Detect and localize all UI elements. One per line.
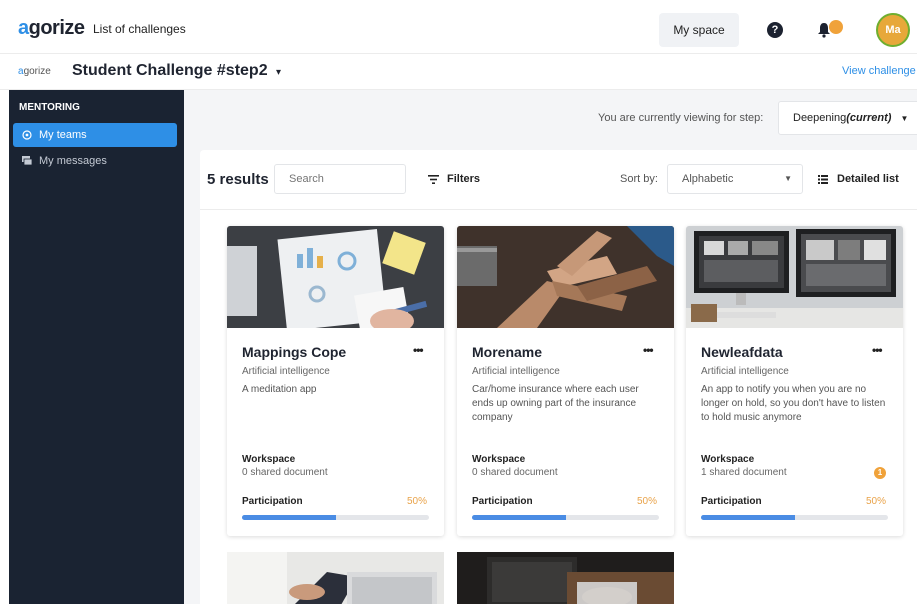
team-card-partial[interactable]: [227, 552, 444, 604]
sort-label: Sort by:: [620, 173, 658, 185]
list-of-challenges-link[interactable]: List of challenges: [93, 22, 186, 36]
filters-button[interactable]: Filters: [428, 173, 480, 185]
card-category: Artificial intelligence: [472, 366, 560, 377]
card-image-laptop-meeting: [227, 552, 444, 604]
progress-fill: [472, 515, 566, 520]
challenge-header: agorize Student Challenge #step2 ▾ View …: [0, 54, 917, 90]
sidebar-heading: MENTORING: [19, 102, 80, 113]
workspace-docs[interactable]: 1 shared document: [701, 467, 787, 478]
sidebar-item-my-messages[interactable]: My messages: [13, 149, 177, 173]
main-content: You are currently viewing for step: Deep…: [184, 90, 917, 604]
team-card-partial[interactable]: [457, 552, 674, 604]
agorize-logo[interactable]: agorize: [18, 17, 85, 40]
participation-percent: 50%: [637, 496, 658, 507]
chevron-down-icon: ▼: [900, 114, 909, 123]
step-info-text: You are currently viewing for step:: [598, 112, 764, 124]
participation-progress: [472, 515, 659, 520]
more-options-icon[interactable]: •••: [413, 343, 424, 357]
card-title[interactable]: Morename: [472, 344, 542, 360]
notification-badge: [829, 20, 843, 34]
my-space-button[interactable]: My space: [659, 13, 739, 47]
teams-icon: [22, 130, 32, 140]
messages-icon: [22, 156, 32, 166]
chevron-down-icon: ▼: [784, 174, 792, 183]
participation-progress: [242, 515, 429, 520]
workspace-docs[interactable]: 0 shared document: [242, 467, 328, 478]
search-input[interactable]: [274, 164, 406, 194]
more-options-icon[interactable]: •••: [872, 343, 883, 357]
divider: [200, 209, 917, 210]
participation-percent: 50%: [407, 496, 428, 507]
card-image-hands: [457, 226, 674, 328]
workspace-label: Workspace: [701, 454, 755, 465]
progress-fill: [701, 515, 795, 520]
team-card[interactable]: Morename ••• Artificial intelligence Car…: [457, 226, 674, 536]
card-image-laptop-desk: [457, 552, 674, 604]
participation-percent: 50%: [866, 496, 887, 507]
card-title[interactable]: Mappings Cope: [242, 344, 346, 360]
progress-fill: [242, 515, 336, 520]
team-card[interactable]: Newleafdata ••• Artificial intelligence …: [686, 226, 903, 536]
user-avatar[interactable]: Ma: [876, 13, 910, 47]
sidebar-item-my-teams[interactable]: My teams: [13, 123, 177, 147]
card-description: Car/home insurance where each user ends …: [472, 384, 639, 423]
results-panel: 5 results Filters Sort by: Alphabetic ▼ …: [200, 150, 917, 604]
card-title[interactable]: Newleafdata: [701, 344, 783, 360]
workspace-docs[interactable]: 0 shared document: [472, 467, 558, 478]
participation-label: Participation: [472, 496, 533, 507]
sidebar-item-label: My teams: [39, 129, 87, 141]
card-image-screens: [686, 226, 903, 328]
card-category: Artificial intelligence: [242, 366, 330, 377]
participation-label: Participation: [701, 496, 762, 507]
list-icon: [818, 174, 828, 184]
workspace-label: Workspace: [472, 454, 526, 465]
card-description: An app to notify you when you are no lon…: [701, 384, 886, 423]
participation-label: Participation: [242, 496, 303, 507]
results-count: 5 results: [207, 171, 269, 188]
sidebar: MENTORING My teams My messages: [9, 90, 184, 604]
sort-select[interactable]: Alphabetic ▼: [667, 164, 803, 194]
filter-icon: [428, 174, 439, 184]
chevron-down-icon: ▾: [276, 67, 282, 78]
view-mode-button[interactable]: Detailed list: [818, 173, 899, 185]
more-options-icon[interactable]: •••: [643, 343, 654, 357]
workspace-notification-badge: 1: [874, 467, 886, 479]
card-description: A meditation app: [242, 384, 317, 395]
card-image-charts: [227, 226, 444, 328]
team-card[interactable]: Mappings Cope ••• Artificial intelligenc…: [227, 226, 444, 536]
step-select[interactable]: Deepening(current) ▼: [778, 101, 917, 135]
card-category: Artificial intelligence: [701, 366, 789, 377]
challenge-title[interactable]: Student Challenge #step2 ▾: [72, 62, 281, 80]
top-navbar: agorize List of challenges My space ? Ma: [0, 0, 917, 54]
workspace-label: Workspace: [242, 454, 296, 465]
question-circle-icon[interactable]: ?: [767, 22, 783, 38]
view-challenge-link[interactable]: View challenge: [842, 65, 916, 77]
participation-progress: [701, 515, 888, 520]
sidebar-item-label: My messages: [39, 155, 107, 167]
agorize-small-logo: agorize: [18, 66, 51, 77]
